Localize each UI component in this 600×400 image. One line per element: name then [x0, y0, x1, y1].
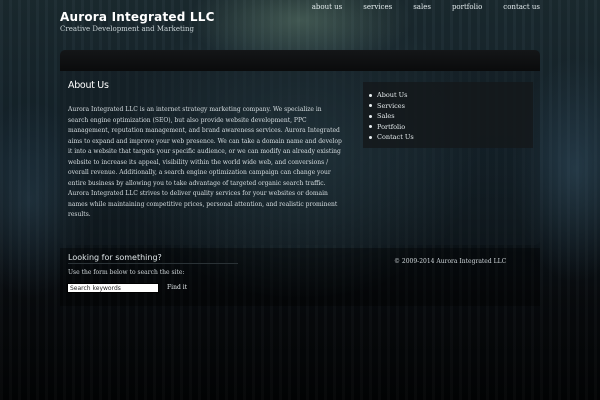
search-input[interactable]: [67, 283, 159, 293]
sidebar-item-label[interactable]: Contact Us: [377, 132, 414, 143]
bullet-icon: [369, 104, 372, 108]
bullet-icon: [369, 135, 372, 139]
nav-link-about-us[interactable]: about us: [312, 3, 343, 11]
top-navigation: about us services sales portfolio contac…: [312, 3, 540, 11]
copyright-text: © 2009-2014 Aurora Integrated LLC: [394, 258, 507, 265]
bullet-icon: [369, 125, 372, 129]
sidebar-item-about-us[interactable]: About Us: [369, 90, 414, 101]
sidebar-menu: About Us Services Sales Portfolio Contac…: [363, 82, 533, 148]
site-title[interactable]: Aurora Integrated LLC: [60, 10, 215, 24]
nav-link-sales[interactable]: sales: [413, 3, 431, 11]
site-tagline: Creative Development and Marketing: [60, 25, 195, 33]
bullet-icon: [369, 114, 372, 118]
nav-link-services[interactable]: services: [363, 3, 392, 11]
bullet-icon: [369, 93, 372, 97]
sidebar-item-portfolio[interactable]: Portfolio: [369, 122, 414, 133]
sidebar-item-contact-us[interactable]: Contact Us: [369, 132, 414, 143]
sidebar-item-services[interactable]: Services: [369, 101, 414, 112]
search-heading: Looking for something?: [68, 253, 162, 262]
panel-top-bar: [60, 50, 540, 71]
sidebar-item-label[interactable]: Sales: [377, 111, 395, 122]
about-paragraph: Aurora Integrated LLC is an internet str…: [68, 106, 342, 218]
sidebar-item-label[interactable]: About Us: [377, 90, 407, 101]
page-title: About Us: [68, 80, 109, 91]
nav-link-contact-us[interactable]: contact us: [503, 3, 540, 11]
sidebar-item-label[interactable]: Portfolio: [377, 122, 405, 133]
search-description: Use the form below to search the site:: [68, 269, 185, 276]
search-divider: [68, 263, 238, 264]
sidebar-item-sales[interactable]: Sales: [369, 111, 414, 122]
nav-link-portfolio[interactable]: portfolio: [452, 3, 482, 11]
sidebar-item-label[interactable]: Services: [377, 101, 405, 112]
find-it-button[interactable]: Find it: [165, 283, 189, 293]
